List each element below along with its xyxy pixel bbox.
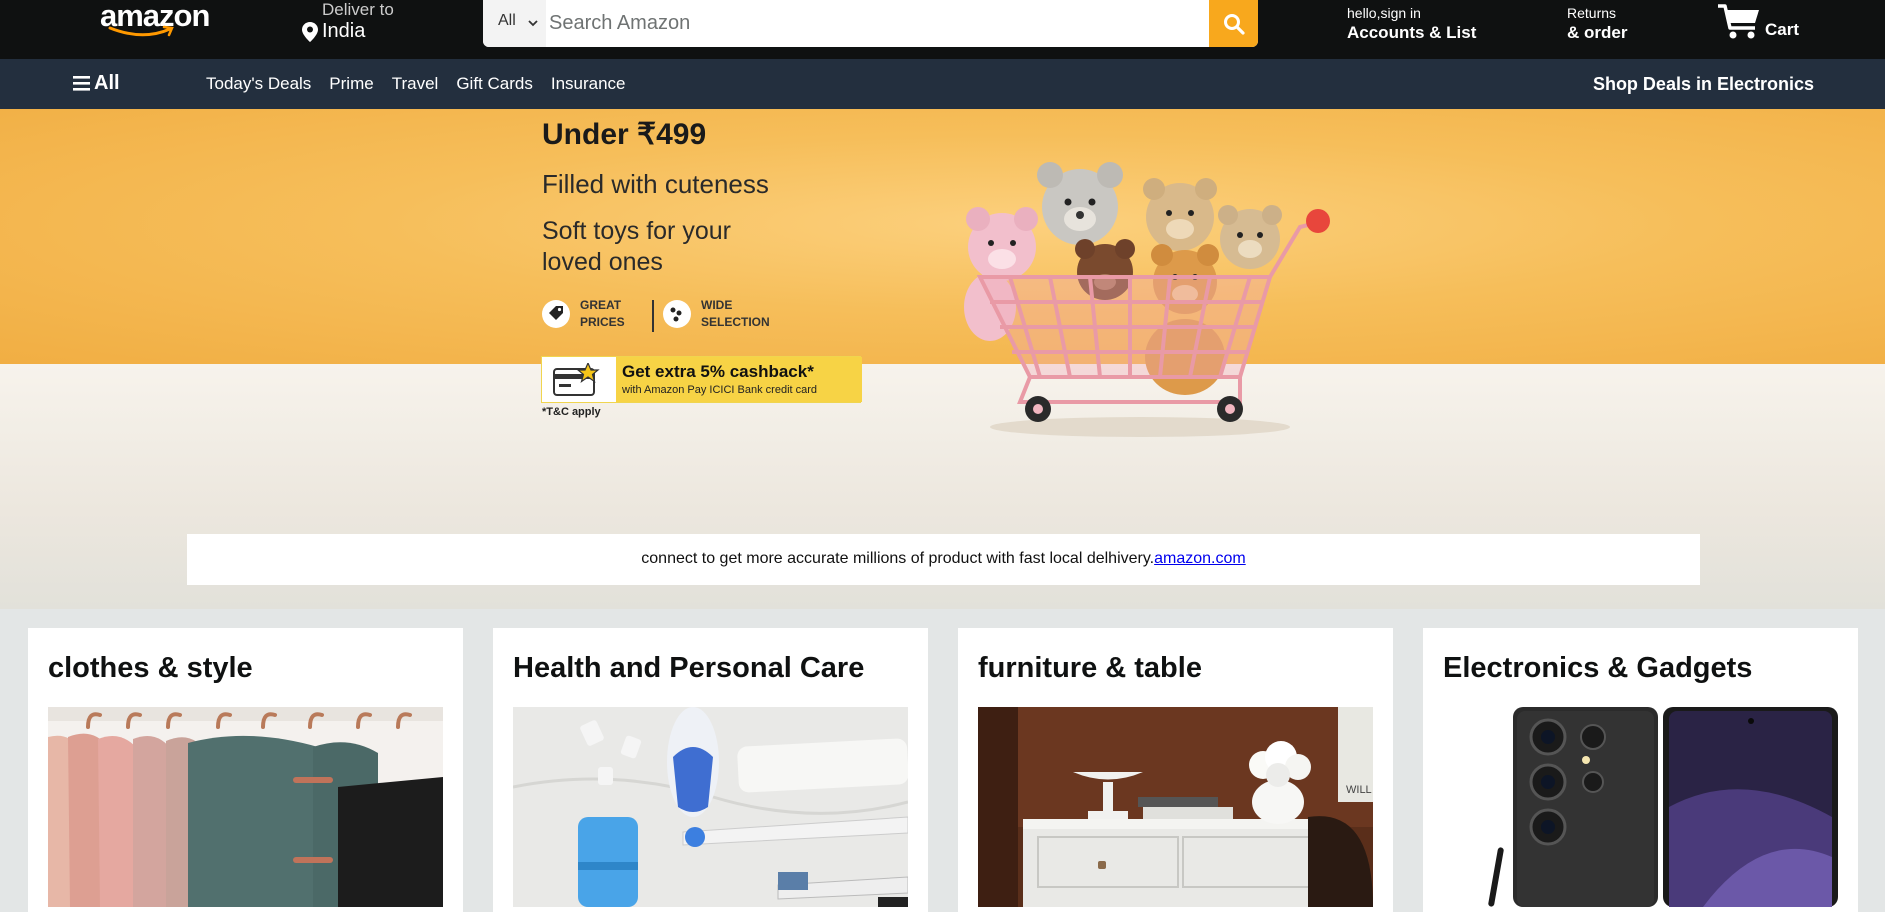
health-care-image[interactable] xyxy=(513,707,908,907)
cashback-text-box: Get extra 5% cashback* with Amazon Pay I… xyxy=(616,357,862,402)
search-button[interactable] xyxy=(1209,0,1258,47)
feature-wide-selection: WIDE SELECTION xyxy=(663,297,773,331)
account-label: Accounts & List xyxy=(1347,23,1477,42)
account-greeting: hello,sign in xyxy=(1347,5,1421,21)
cashback-subline: with Amazon Pay ICICI Bank credit card xyxy=(622,384,818,396)
nav-link-insurance[interactable]: Insurance xyxy=(551,74,626,94)
cashback-headline: Get extra 5% cashback* xyxy=(622,362,814,381)
deliver-location: India xyxy=(322,20,366,42)
hero-banner[interactable]: Under ₹499 Filled with cuteness Soft toy… xyxy=(0,109,1885,609)
feature-wide-selection-label: WIDE SELECTION xyxy=(701,298,770,329)
feature-great-prices-label: GREAT PRICES xyxy=(580,298,625,329)
nav-link-todays-deals[interactable]: Today's Deals xyxy=(206,74,311,94)
amazon-logo[interactable]: amazon xyxy=(100,0,210,40)
teddy-bear-cart-image xyxy=(964,162,1330,437)
nav-link-travel[interactable]: Travel xyxy=(392,74,439,94)
deliver-label: Deliver to xyxy=(322,0,394,19)
card-title: clothes & style xyxy=(48,652,253,684)
category-card-health[interactable]: Health and Personal Care xyxy=(493,628,928,912)
hero-title: Under ₹499 xyxy=(542,118,707,151)
shop-deals-electronics-link[interactable]: Shop Deals in Electronics xyxy=(1593,74,1814,95)
returns-orders[interactable]: Returns & order xyxy=(1567,4,1657,46)
feature-divider xyxy=(652,300,654,332)
category-card-electronics[interactable]: Electronics & Gadgets xyxy=(1423,628,1858,912)
amazon-link[interactable]: amazon.com xyxy=(1154,550,1246,567)
cart-icon xyxy=(1718,4,1759,39)
card-title: Electronics & Gadgets xyxy=(1443,652,1753,684)
secondary-navbar: All Today's Deals Prime Travel Gift Card… xyxy=(0,59,1885,109)
chevron-down-icon xyxy=(528,20,538,27)
hero-note-banner: connect to get more accurate millions of… xyxy=(187,534,1700,585)
furniture-image[interactable]: WILL xyxy=(978,707,1373,907)
cart-label: Cart xyxy=(1765,20,1800,39)
top-navbar: amazon Deliver to India All hello xyxy=(0,0,1885,59)
feature-great-prices: GREAT PRICES xyxy=(542,297,642,331)
all-menu-label: All xyxy=(94,72,120,94)
all-menu-button[interactable]: All xyxy=(73,72,133,96)
location-pin-icon xyxy=(302,22,318,42)
hero-description: Soft toys for your loved ones xyxy=(542,217,731,276)
account-menu[interactable]: hello,sign in Accounts & List xyxy=(1347,4,1507,46)
price-tag-icon xyxy=(542,300,570,328)
hamburger-icon xyxy=(73,76,90,91)
search-bar: All xyxy=(483,0,1258,47)
deliver-to[interactable]: Deliver to India xyxy=(302,0,422,45)
svg-text:WILL: WILL xyxy=(1346,784,1372,796)
search-category-dropdown[interactable]: All xyxy=(483,0,546,47)
amazon-smile-icon xyxy=(108,25,174,37)
search-input[interactable] xyxy=(546,0,1192,47)
card-title: furniture & table xyxy=(978,652,1202,684)
card-title: Health and Personal Care xyxy=(513,652,865,684)
electronics-image[interactable] xyxy=(1443,707,1838,907)
hero-note-text: connect to get more accurate millions of… xyxy=(641,550,1155,567)
category-card-clothes[interactable]: clothes & style xyxy=(28,628,463,912)
nav-link-prime[interactable]: Prime xyxy=(329,74,373,94)
cart-button[interactable]: Cart xyxy=(1717,0,1807,45)
clothes-image[interactable] xyxy=(48,707,443,907)
category-card-furniture[interactable]: furniture & table WILL xyxy=(958,628,1393,912)
terms-note: *T&C apply xyxy=(542,406,601,418)
returns-label: Returns xyxy=(1567,5,1617,21)
search-category-label: All xyxy=(498,12,516,29)
subnav-links: Today's Deals Prime Travel Gift Cards In… xyxy=(206,74,644,94)
selection-icon xyxy=(663,300,691,328)
hero-subtitle: Filled with cuteness xyxy=(542,169,769,199)
credit-card-icon xyxy=(553,363,600,396)
nav-link-gift-cards[interactable]: Gift Cards xyxy=(456,74,533,94)
orders-label: & order xyxy=(1567,23,1628,42)
search-icon xyxy=(1223,13,1245,35)
cashback-offer: Get extra 5% cashback* with Amazon Pay I… xyxy=(541,356,862,403)
